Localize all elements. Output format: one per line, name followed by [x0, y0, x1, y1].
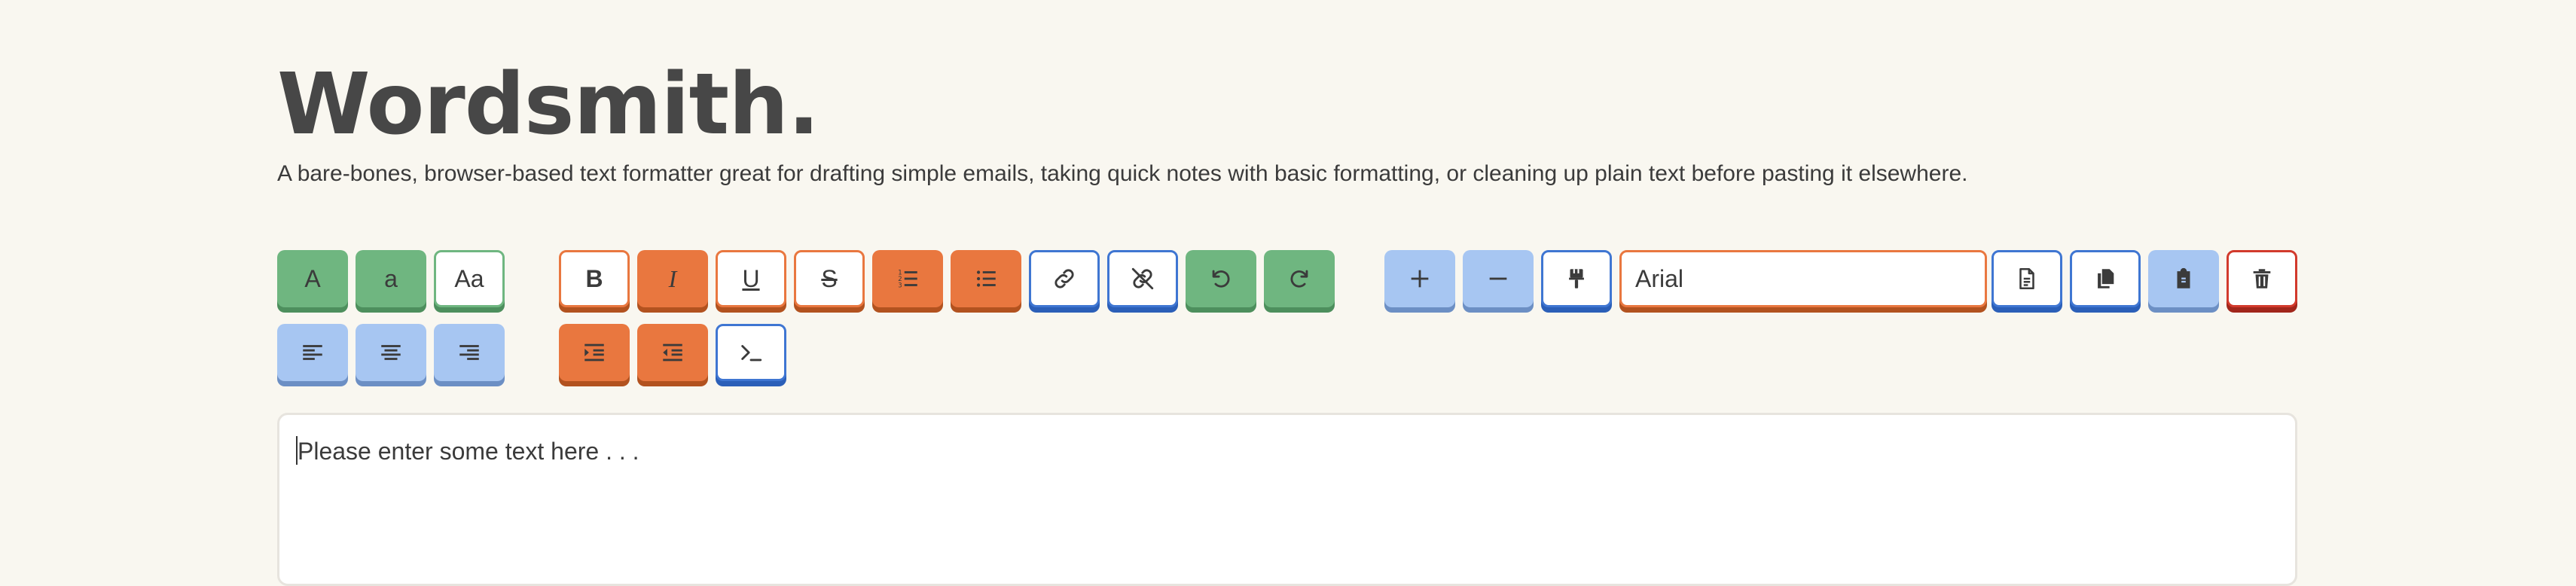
increase-font-size-button[interactable]	[1384, 250, 1455, 307]
uppercase-button[interactable]: A	[277, 250, 348, 307]
font-family-input[interactable]	[1619, 250, 1987, 307]
titlecase-label: Aa	[454, 264, 484, 292]
unordered-list-icon	[976, 270, 996, 287]
align-left-button[interactable]	[277, 324, 348, 381]
editor-placeholder: Please enter some text here . . .	[298, 438, 639, 465]
underline-label: U	[742, 264, 760, 292]
strikethrough-label: S	[821, 264, 838, 292]
document-icon	[2019, 267, 2034, 290]
decrease-font-size-button[interactable]	[1463, 250, 1534, 307]
unordered-list-button[interactable]	[951, 250, 1021, 307]
undo-icon	[1212, 270, 1230, 288]
italic-button[interactable]: I	[637, 250, 708, 307]
minus-icon	[1489, 277, 1507, 280]
align-center-button[interactable]	[356, 324, 426, 381]
link-button[interactable]	[1029, 250, 1100, 307]
outdent-icon	[663, 343, 682, 362]
delete-button[interactable]	[2227, 250, 2297, 307]
underline-button[interactable]: U	[716, 250, 786, 307]
app-description: A bare-bones, browser-based text formatt…	[277, 161, 1968, 186]
text-editor[interactable]: Please enter some text here . . .	[277, 413, 2297, 586]
lowercase-button[interactable]: a	[356, 250, 426, 307]
align-right-icon	[459, 345, 479, 360]
copy-button[interactable]	[2070, 250, 2141, 307]
outdent-button[interactable]	[637, 324, 708, 381]
uppercase-label: A	[304, 264, 321, 292]
indent-icon	[584, 343, 604, 362]
strikethrough-button[interactable]: S	[794, 250, 865, 307]
titlecase-button[interactable]: Aa	[434, 250, 505, 307]
link-icon	[1055, 269, 1074, 288]
indent-button[interactable]	[559, 324, 630, 381]
lowercase-label: a	[384, 264, 398, 292]
undo-button[interactable]	[1186, 250, 1256, 307]
trash-icon	[2253, 269, 2271, 288]
terminal-icon	[741, 345, 762, 362]
format-painter-button[interactable]	[1541, 250, 1612, 307]
paint-brush-icon	[1569, 269, 1584, 288]
ordered-list-icon: 123	[898, 269, 917, 289]
ordered-list-button[interactable]: 123	[872, 250, 943, 307]
svg-text:3: 3	[898, 282, 902, 289]
align-left-icon	[303, 345, 322, 360]
unlink-button[interactable]	[1107, 250, 1178, 307]
redo-icon	[1290, 270, 1308, 288]
paste-button[interactable]	[2148, 250, 2219, 307]
new-document-button[interactable]	[1992, 250, 2062, 307]
unlink-icon	[1131, 267, 1154, 290]
align-center-icon	[381, 345, 401, 360]
italic-label: I	[668, 264, 677, 292]
app-title: Wordsmith.	[277, 56, 819, 154]
code-button[interactable]	[716, 324, 786, 381]
bold-button[interactable]: B	[559, 250, 630, 307]
bold-label: B	[585, 264, 603, 292]
copy-icon	[2098, 269, 2114, 288]
align-right-button[interactable]	[434, 324, 505, 381]
plus-icon	[1411, 270, 1429, 288]
clipboard-icon	[2177, 267, 2190, 288]
redo-button[interactable]	[1264, 250, 1335, 307]
